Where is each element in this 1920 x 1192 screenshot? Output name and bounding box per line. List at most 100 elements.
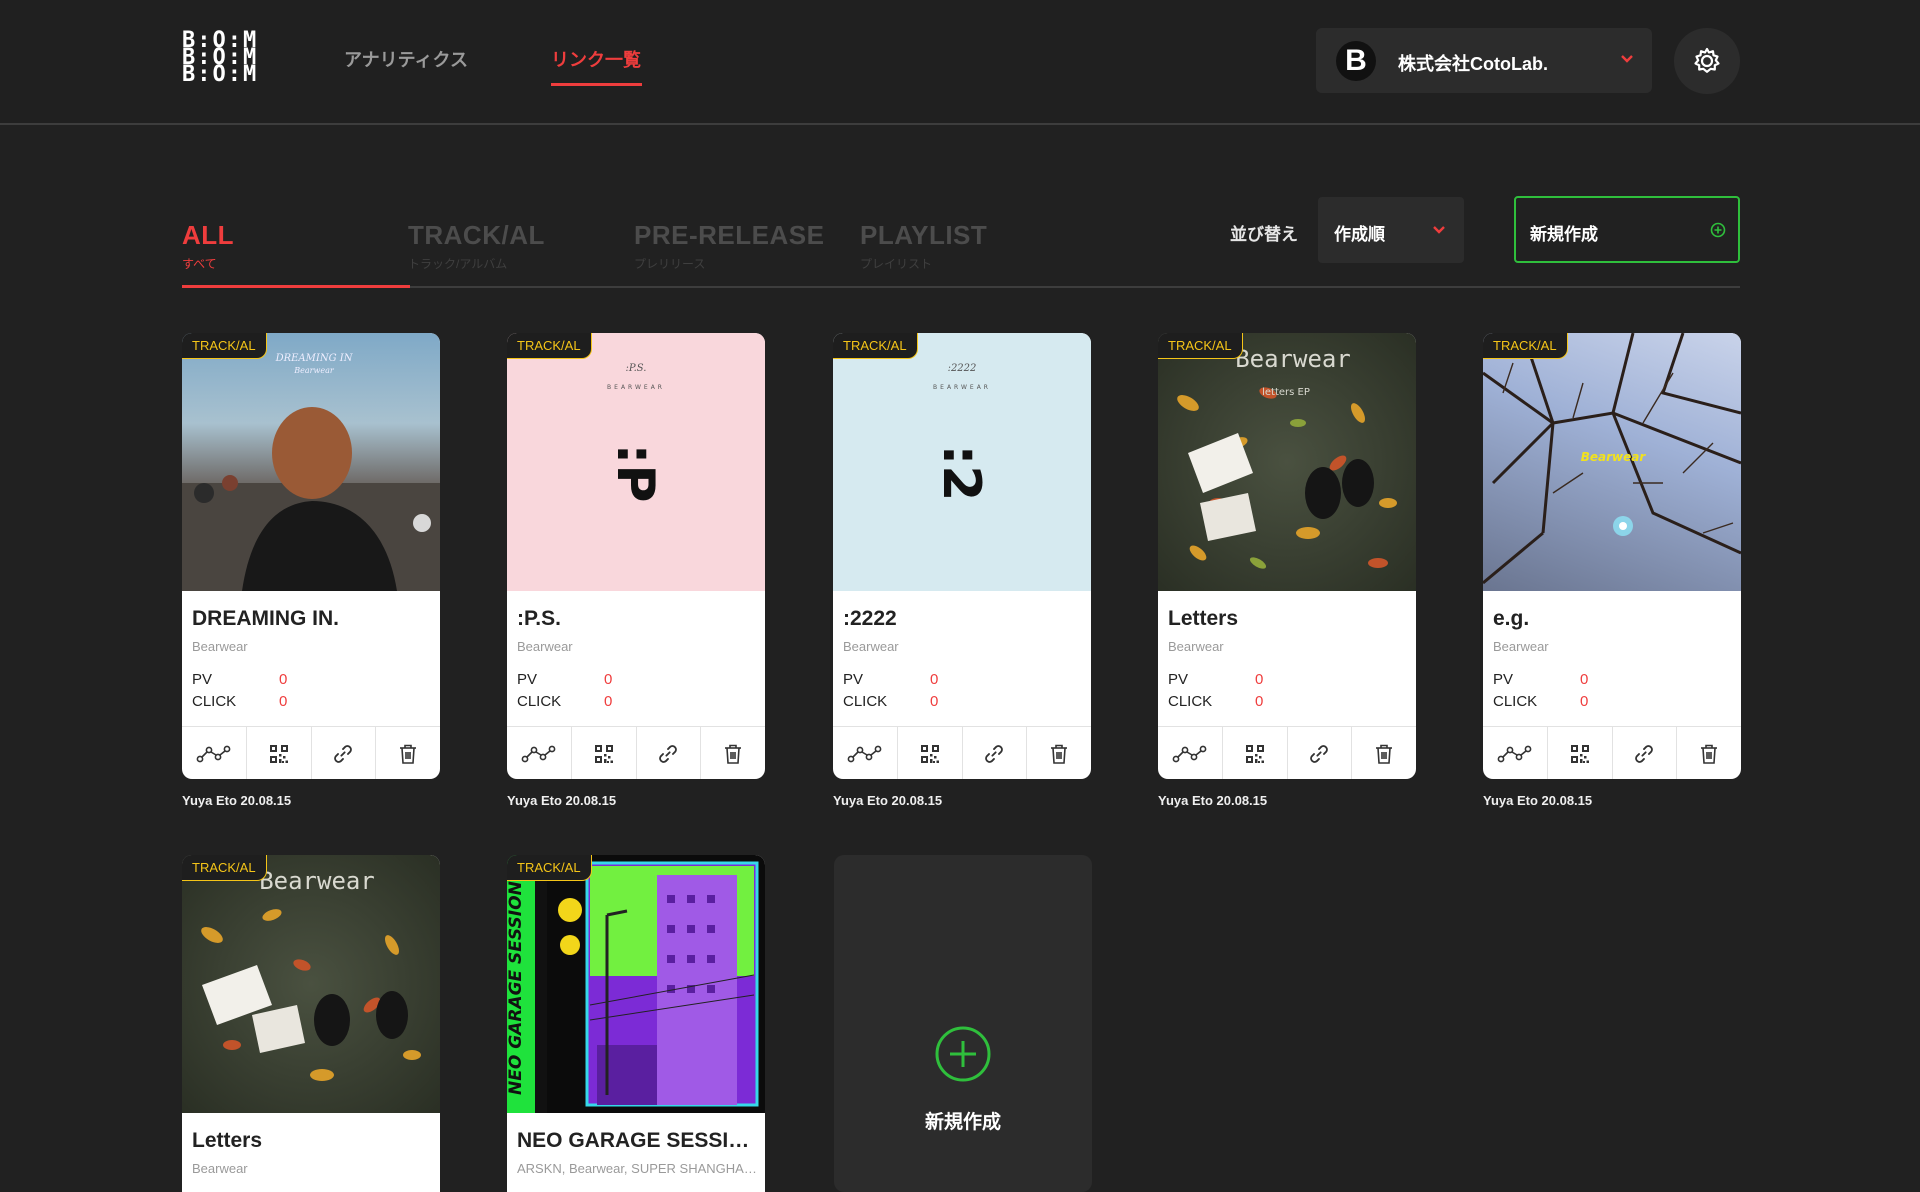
nav-analytics[interactable]: アナリティクス <box>344 46 468 72</box>
cover-subtext: letters EP <box>1262 387 1310 398</box>
copy-link-button[interactable] <box>1288 727 1353 779</box>
card-meta: Yuya Eto 20.08.15 <box>507 793 617 808</box>
qr-code-button[interactable] <box>1548 727 1613 779</box>
cover-subtext: BEARWEAR <box>607 384 665 391</box>
click-value: 0 <box>1255 693 1264 710</box>
analytics-button[interactable] <box>1158 727 1223 779</box>
delete-button[interactable] <box>1027 727 1091 779</box>
copy-link-button[interactable] <box>963 727 1028 779</box>
qr-code-button[interactable] <box>898 727 963 779</box>
qr-code-button[interactable] <box>1223 727 1288 779</box>
cover-art: :P.S. BEARWEAR :P <box>507 333 765 591</box>
tab-all[interactable]: ALL すべて <box>182 220 234 272</box>
trash-icon <box>1049 743 1069 765</box>
cover-art: Bearwear letters EP <box>1158 333 1416 591</box>
pv-label: PV <box>192 671 213 688</box>
type-badge: TRACK/AL <box>182 855 267 881</box>
card-meta: Yuya Eto 20.08.15 <box>833 793 943 808</box>
card-artist: Bearwear <box>1493 639 1549 654</box>
analytics-button[interactable] <box>182 727 247 779</box>
link-card[interactable]: Bearwear letters EP TRACK/AL Letters Bea… <box>1158 333 1416 779</box>
pv-label: PV <box>1493 671 1514 688</box>
pv-value: 0 <box>930 671 939 688</box>
link-card[interactable]: Bearwear TRACK/AL e.g. Bearwear PV 0 CLI… <box>1483 333 1741 779</box>
sort-label: 並び替え <box>1230 225 1298 244</box>
card-artist: Bearwear <box>192 639 248 654</box>
card-artist: ARSKN, Bearwear, SUPER SHANGHAI... <box>517 1161 757 1176</box>
link-card[interactable]: NEO GARAGE SESSION TRACK/AL NEO GARAGE S… <box>507 855 765 1192</box>
tab-pre-release[interactable]: PRE-RELEASE プレリリース <box>634 220 824 272</box>
qr-code-icon <box>920 744 940 764</box>
type-badge: TRACK/AL <box>507 333 592 359</box>
copy-link-button[interactable] <box>312 727 377 779</box>
card-title: :P.S. <box>517 607 561 630</box>
gear-icon <box>1694 47 1720 73</box>
qr-code-icon <box>1245 744 1265 764</box>
plus-circle-icon <box>935 1026 991 1082</box>
cover-art-illustration: :2222 BEARWEAR :2 <box>931 363 991 502</box>
cover-text: :P.S. <box>626 363 647 374</box>
link-card[interactable]: DREAMING IN Bearwear TRACK/AL DREAMING I… <box>182 333 440 779</box>
link-card[interactable]: :P.S. BEARWEAR :P TRACK/AL :P.S. Bearwea… <box>507 333 765 779</box>
trash-icon <box>1699 743 1719 765</box>
type-badge: TRACK/AL <box>1483 333 1568 359</box>
cover-face: :2 <box>931 445 991 502</box>
link-icon <box>1308 743 1330 765</box>
nav-link-list[interactable]: リンク一覧 <box>551 46 641 72</box>
trash-icon <box>1374 743 1394 765</box>
cover-subtext: Bearwear <box>293 366 335 375</box>
link-card[interactable]: :2222 BEARWEAR :2 TRACK/AL :2222 Bearwea… <box>833 333 1091 779</box>
pv-value: 0 <box>1255 671 1264 688</box>
settings-button[interactable] <box>1674 28 1740 94</box>
type-badge: TRACK/AL <box>1158 333 1243 359</box>
analytics-icon <box>521 744 557 764</box>
analytics-button[interactable] <box>1483 727 1548 779</box>
delete-button[interactable] <box>701 727 765 779</box>
link-icon <box>657 743 679 765</box>
create-new-card[interactable]: 新規作成 <box>834 855 1092 1192</box>
cover-text: Bearwear <box>1235 345 1351 373</box>
nav-active-indicator <box>551 83 642 86</box>
delete-button[interactable] <box>1677 727 1741 779</box>
tab-playlist[interactable]: PLAYLIST プレイリスト <box>860 220 987 272</box>
pv-label: PV <box>843 671 864 688</box>
tabs-divider <box>182 286 1740 288</box>
delete-button[interactable] <box>1352 727 1416 779</box>
cover-art: Bearwear <box>182 855 440 1113</box>
analytics-button[interactable] <box>507 727 572 779</box>
tab-track-album[interactable]: TRACK/AL トラック/アルバム <box>408 220 545 272</box>
cover-text: Bearwear <box>259 867 375 895</box>
organization-select[interactable]: B 株式会社CotoLab. <box>1316 28 1652 93</box>
cover-art-illustration: Bearwear <box>1483 333 1741 585</box>
pv-value: 0 <box>604 671 613 688</box>
cover-text: Bearwear <box>1581 450 1647 464</box>
cover-text: :2222 <box>948 363 977 374</box>
create-new-button[interactable]: 新規作成 <box>1514 196 1740 263</box>
trash-icon <box>398 743 418 765</box>
card-meta: Yuya Eto 20.08.15 <box>182 793 292 808</box>
qr-code-button[interactable] <box>572 727 637 779</box>
card-title: DREAMING IN. <box>192 607 339 630</box>
link-card[interactable]: Bearwear TRACK/AL Letters Bearwear <box>182 855 440 1192</box>
card-artist: Bearwear <box>843 639 899 654</box>
pv-value: 0 <box>1580 671 1589 688</box>
card-artist: Bearwear <box>1168 639 1224 654</box>
analytics-button[interactable] <box>833 727 898 779</box>
pv-label: PV <box>1168 671 1189 688</box>
qr-code-button[interactable] <box>247 727 312 779</box>
trash-icon <box>723 743 743 765</box>
sort-select[interactable]: 作成順 <box>1318 197 1464 263</box>
click-label: CLICK <box>843 693 888 710</box>
delete-button[interactable] <box>376 727 440 779</box>
bom-logo[interactable]: B:O:M B:O:M B:O:M <box>182 30 270 88</box>
copy-link-button[interactable] <box>1613 727 1678 779</box>
analytics-icon <box>1497 744 1533 764</box>
copy-link-button[interactable] <box>637 727 702 779</box>
cover-art-illustration: NEO GARAGE SESSION <box>507 855 759 1113</box>
qr-code-icon <box>1570 744 1590 764</box>
click-label: CLICK <box>192 693 237 710</box>
cover-art-illustration: Bearwear letters EP <box>1177 345 1397 569</box>
cover-art-illustration: DREAMING IN Bearwear <box>182 353 440 591</box>
analytics-icon <box>196 744 232 764</box>
card-artist: Bearwear <box>192 1161 248 1176</box>
